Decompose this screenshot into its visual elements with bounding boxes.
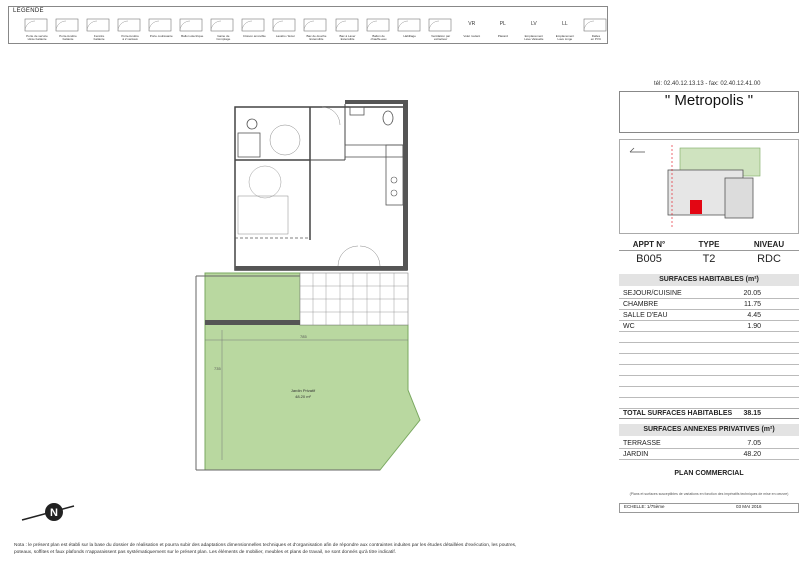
legend-item: Dalles en PVC	[572, 15, 620, 43]
apt-header-level: NIVEAU	[753, 240, 785, 249]
surface-row	[619, 343, 799, 354]
key-plan	[619, 139, 799, 234]
surface-row: SALLE D'EAU 4.45	[619, 310, 799, 321]
apartment-wall	[345, 100, 408, 104]
surface-name: WC	[623, 323, 635, 330]
total-value: 38.15	[743, 410, 761, 417]
annex-value: 48.20	[743, 451, 761, 458]
variation-note: (Plans et surfaces susceptibles de varia…	[629, 492, 789, 496]
surface-value: 11.75	[744, 301, 761, 308]
key-plan-drawing	[629, 145, 761, 228]
apt-level: RDC	[757, 253, 781, 265]
apt-type: T2	[702, 253, 716, 265]
contact-info: tél: 02.40.12.13.13 - fax: 02.40.12.41.0…	[654, 81, 761, 87]
apartment-wall	[235, 266, 407, 270]
apartment-table: APPT N° TYPE NIVEAU B005 T2 RDC	[619, 238, 799, 268]
dimension-vertical: 735	[214, 366, 221, 371]
annex-row: JARDIN 48.20	[619, 449, 799, 460]
apt-header-number: APPT N°	[632, 240, 666, 249]
garden-wall	[205, 320, 300, 325]
surface-value: 4.45	[747, 312, 761, 319]
annex-row: TERRASSE 7.05	[619, 438, 799, 449]
plan-commercial-label: PLAN COMMERCIAL	[674, 470, 744, 477]
scale-label: ECHELLE: 1/75ème	[624, 504, 665, 509]
annex-name: TERRASSE	[623, 440, 661, 447]
north-arrow-icon: N	[21, 503, 75, 521]
north-letter: N	[50, 507, 58, 519]
surface-row	[619, 387, 799, 398]
date-label: 03 MAI 2016	[736, 504, 762, 509]
project-title: " Metropolis "	[664, 92, 754, 109]
surface-name: SEJOUR/CUISINE	[623, 290, 682, 297]
tiles-icon	[583, 18, 607, 32]
total-label: TOTAL SURFACES HABITABLES	[623, 410, 733, 417]
garden-label-area: 48.20 m²	[295, 394, 311, 399]
apartment-wall	[403, 100, 408, 270]
surface-row	[619, 332, 799, 343]
surfaces-annexes-title: SURFACES ANNEXES PRIVATIVES (m²)	[619, 424, 799, 436]
garden-label-name: Jardin Privatif	[291, 388, 316, 393]
legend-box: LEGENDE Porte de service vitrée battante…	[8, 6, 608, 44]
surface-row: WC 1.90	[619, 321, 799, 332]
surface-row: SEJOUR/CUISINE 20.05	[619, 288, 799, 299]
footnote: Nota : le présent plan est établi sur la…	[14, 543, 517, 555]
apartment-outline	[234, 106, 408, 271]
legend-title: LEGENDE	[13, 8, 44, 14]
surface-name: SALLE D'EAU	[623, 312, 668, 319]
surface-row	[619, 376, 799, 387]
surface-value: 1.90	[747, 323, 761, 330]
surface-name: CHAMBRE	[623, 301, 659, 308]
apt-number: B005	[636, 253, 662, 265]
surface-row	[619, 354, 799, 365]
annex-name: JARDIN	[623, 451, 649, 458]
annex-value: 7.05	[747, 440, 761, 447]
surface-row: CHAMBRE 11.75	[619, 299, 799, 310]
surface-row	[619, 365, 799, 376]
dimension-horizontal: 785	[300, 334, 307, 339]
legend-label: Dalles en PVC	[590, 34, 602, 42]
apt-header-type: TYPE	[698, 240, 720, 249]
total-row: TOTAL SURFACES HABITABLES 38.15	[619, 408, 799, 419]
surface-value: 20.05	[743, 290, 761, 297]
apartment-highlight	[690, 200, 702, 214]
surfaces-habitables-title: SURFACES HABITABLES (m²)	[619, 274, 799, 286]
